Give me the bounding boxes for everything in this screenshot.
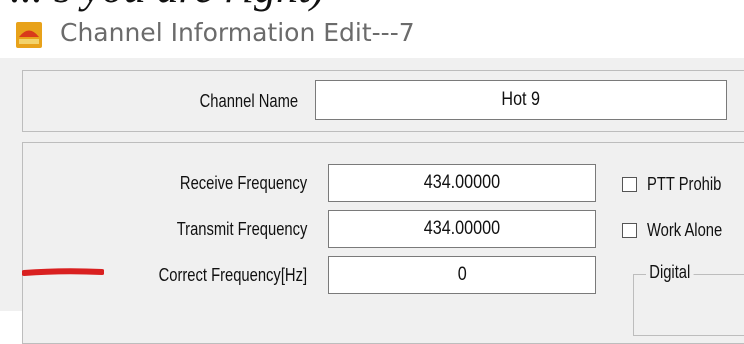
- transmit-frequency-label: Transmit Frequency: [176, 219, 307, 239]
- correct-frequency-value: 0: [457, 264, 467, 285]
- channel-name-input[interactable]: Hot 9: [315, 80, 727, 120]
- transmit-frequency-value: 434.00000: [423, 218, 501, 239]
- digital-group-label: Digital: [646, 262, 694, 283]
- receive-frequency-value: 434.00000: [423, 172, 501, 193]
- red-underline-annotation: [22, 268, 104, 276]
- digital-group: [633, 274, 744, 336]
- channel-name-label: Channel Name: [199, 91, 298, 111]
- correct-frequency-label: Correct Frequency[Hz]: [158, 265, 307, 285]
- work-alone-label: Work Alone: [647, 220, 723, 240]
- receive-frequency-input[interactable]: 434.00000: [328, 164, 596, 202]
- ptt-prohibit-checkbox[interactable]: [622, 177, 637, 192]
- transmit-frequency-input[interactable]: 434.00000: [328, 210, 596, 248]
- receive-frequency-label: Receive Frequency: [179, 173, 307, 193]
- ptt-prohibit-label: PTT Prohib: [647, 174, 722, 194]
- app-window-icon: [16, 22, 42, 48]
- work-alone-option[interactable]: Work Alone: [622, 220, 739, 241]
- channel-name-value: Hot 9: [501, 89, 541, 110]
- work-alone-checkbox[interactable]: [622, 223, 637, 238]
- ptt-prohibit-option[interactable]: PTT Prohib: [622, 174, 738, 195]
- window-title: Channel Information Edit---7: [60, 18, 415, 47]
- correct-frequency-input[interactable]: 0: [328, 256, 596, 294]
- window-titlebar[interactable]: Channel Information Edit---7: [0, 12, 744, 58]
